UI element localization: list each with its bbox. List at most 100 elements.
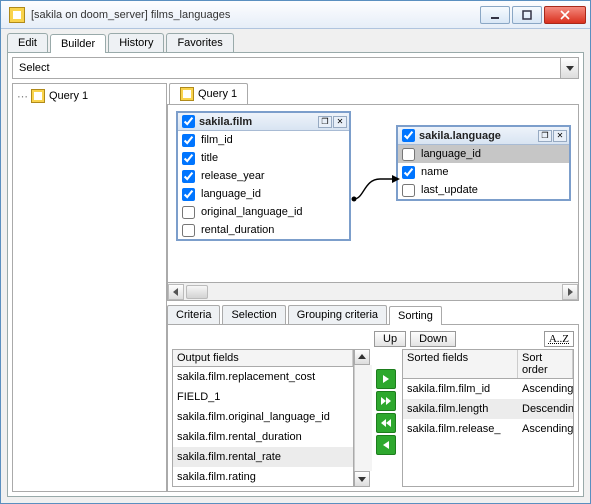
output-scrollbar[interactable] (354, 349, 372, 487)
table-title-film: sakila.film (199, 116, 317, 128)
field-name[interactable]: name (398, 163, 569, 181)
list-item-label: sakila.film.rental_rate (173, 450, 353, 464)
field-label: film_id (201, 134, 233, 146)
list-item[interactable]: sakila.film.original_language_id (173, 407, 353, 427)
scroll-up-button[interactable] (354, 349, 370, 365)
sorted-fields-header: Sorted fields Sort order (403, 350, 573, 379)
field-last-update[interactable]: last_update (398, 181, 569, 199)
join-connector[interactable] (352, 175, 396, 203)
add-field-button[interactable] (376, 369, 396, 389)
scroll-right-button[interactable] (562, 284, 578, 300)
field-label: last_update (421, 184, 478, 196)
remove-all-button[interactable] (376, 413, 396, 433)
table-close-button[interactable]: ✕ (553, 130, 567, 142)
scroll-down-button[interactable] (354, 471, 370, 487)
table-fields-language: language_id name last_update (398, 145, 569, 199)
scroll-thumb[interactable] (186, 285, 208, 299)
move-up-button[interactable]: Up (374, 331, 406, 347)
table-box-language[interactable]: sakila.language ❐ ✕ language_id name las… (396, 125, 571, 201)
sorted-field-label: sakila.film.film_id (403, 382, 518, 396)
main-tab-strip: Edit Builder History Favorites (1, 29, 590, 52)
field-checkbox[interactable] (402, 184, 415, 197)
close-button[interactable] (544, 6, 586, 24)
query-icon (31, 89, 45, 103)
table-title-language: sakila.language (419, 130, 537, 142)
canvas-tab-query1[interactable]: Query 1 (169, 83, 248, 104)
field-release-year[interactable]: release_year (178, 167, 349, 185)
field-checkbox[interactable] (402, 148, 415, 161)
canvas-horizontal-scrollbar[interactable] (167, 283, 579, 301)
field-language-id[interactable]: language_id (398, 145, 569, 163)
add-all-button[interactable] (376, 391, 396, 411)
canvas-tab-strip: Query 1 (167, 83, 579, 104)
list-item[interactable]: sakila.film.replacement_cost (173, 367, 353, 387)
list-item-label: FIELD_1 (173, 390, 353, 404)
transfer-buttons (376, 349, 398, 487)
scroll-track[interactable] (354, 365, 372, 471)
table-header-language[interactable]: sakila.language ❐ ✕ (398, 127, 569, 145)
field-label: original_language_id (201, 206, 303, 218)
table-box-film[interactable]: sakila.film ❐ ✕ film_id title release_ye… (176, 111, 351, 241)
tab-edit[interactable]: Edit (7, 33, 48, 52)
list-item[interactable]: sakila.film.rating (173, 467, 353, 486)
field-label: language_id (201, 188, 261, 200)
field-label: rental_duration (201, 224, 274, 236)
move-down-button[interactable]: Down (410, 331, 456, 347)
field-language-id[interactable]: language_id (178, 185, 349, 203)
sorted-fields-body: sakila.film.film_idAscending sakila.film… (403, 379, 573, 486)
field-checkbox[interactable] (182, 188, 195, 201)
list-item[interactable]: sakila.film.rental_duration (173, 427, 353, 447)
sorted-field-label: sakila.film.length (403, 402, 518, 416)
table-header-film[interactable]: sakila.film ❐ ✕ (178, 113, 349, 131)
tab-history[interactable]: History (108, 33, 164, 52)
field-title[interactable]: title (178, 149, 349, 167)
list-item-label: sakila.film.replacement_cost (173, 370, 353, 384)
tree-node-label: Query 1 (49, 90, 88, 102)
table-restore-button[interactable]: ❐ (538, 130, 552, 142)
table-select-all-film[interactable] (182, 115, 195, 128)
tab-criteria[interactable]: Criteria (167, 305, 220, 324)
field-checkbox[interactable] (182, 152, 195, 165)
query-tree: ⋯ Query 1 (12, 83, 167, 492)
list-item[interactable]: sakila.film.release_Ascending (403, 419, 573, 439)
field-checkbox[interactable] (182, 206, 195, 219)
tab-sorting[interactable]: Sorting (389, 306, 442, 325)
list-item[interactable]: sakila.film.lengthDescending (403, 399, 573, 419)
tree-node-query1[interactable]: ⋯ Query 1 (17, 88, 162, 104)
tree-expander-icon: ⋯ (17, 90, 27, 103)
sorting-lists: Output fields sakila.film.replacement_co… (172, 349, 574, 487)
field-checkbox[interactable] (182, 170, 195, 183)
list-item[interactable]: FIELD_1 (173, 387, 353, 407)
sort-buttons-row: Up Down A..Z (172, 329, 574, 349)
list-item[interactable]: sakila.film.rental_rate (173, 447, 353, 467)
field-checkbox[interactable] (402, 166, 415, 179)
query-icon (180, 87, 194, 101)
maximize-button[interactable] (512, 6, 542, 24)
canvas-pane: Query 1 sakila.film ❐ ✕ film_id (167, 83, 579, 492)
field-film-id[interactable]: film_id (178, 131, 349, 149)
list-item[interactable]: sakila.film.film_idAscending (403, 379, 573, 399)
tab-grouping[interactable]: Grouping criteria (288, 305, 387, 324)
field-checkbox[interactable] (182, 134, 195, 147)
diagram-canvas[interactable]: sakila.film ❐ ✕ film_id title release_ye… (167, 104, 579, 283)
tab-favorites[interactable]: Favorites (166, 33, 233, 52)
field-original-language-id[interactable]: original_language_id (178, 203, 349, 221)
field-rental-duration[interactable]: rental_duration (178, 221, 349, 239)
remove-field-button[interactable] (376, 435, 396, 455)
statement-type-label: Select (13, 62, 560, 74)
sort-order-label: Descending (518, 402, 573, 416)
tab-builder[interactable]: Builder (50, 34, 106, 53)
app-icon (9, 7, 25, 23)
scroll-left-button[interactable] (168, 284, 184, 300)
table-close-button[interactable]: ✕ (333, 116, 347, 128)
minimize-button[interactable] (480, 6, 510, 24)
statement-type-dropdown[interactable] (560, 58, 578, 78)
sort-order-toggle[interactable]: A..Z (544, 331, 574, 347)
tab-selection[interactable]: Selection (222, 305, 285, 324)
field-checkbox[interactable] (182, 224, 195, 237)
output-fields-list[interactable]: Output fields sakila.film.replacement_co… (172, 349, 354, 487)
sorted-fields-list[interactable]: Sorted fields Sort order sakila.film.fil… (402, 349, 574, 487)
criteria-tab-strip: Criteria Selection Grouping criteria Sor… (167, 305, 579, 324)
table-restore-button[interactable]: ❐ (318, 116, 332, 128)
table-select-all-language[interactable] (402, 129, 415, 142)
